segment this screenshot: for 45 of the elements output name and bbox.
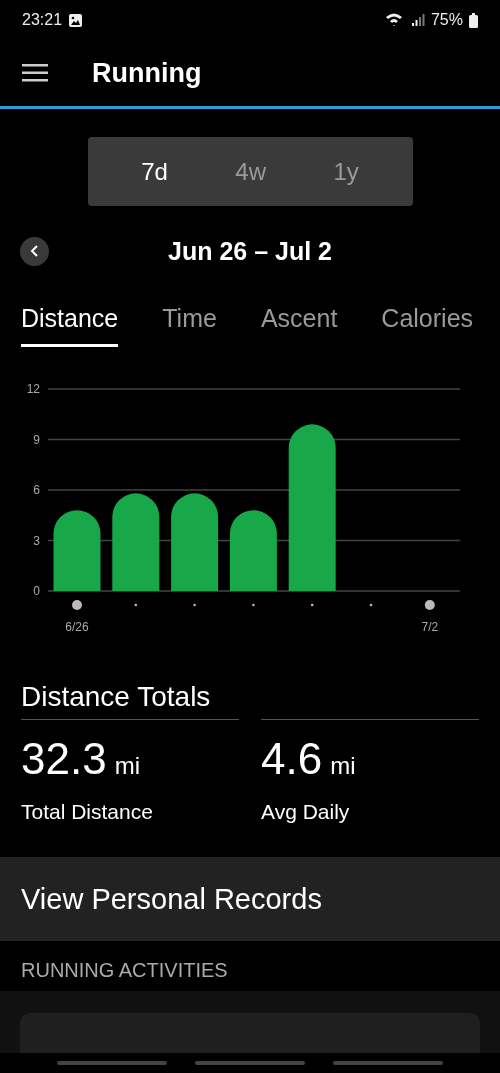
- axis-label: 3: [33, 533, 40, 548]
- range-option[interactable]: 7d: [131, 151, 178, 192]
- tick-dot: [193, 603, 196, 607]
- tick-dot: [72, 600, 82, 610]
- metric-tab[interactable]: Distance: [21, 303, 119, 347]
- date-range: Jun 26 – Jul 2: [167, 236, 333, 266]
- tick-dot: [310, 603, 314, 607]
- axis-label: 9: [33, 432, 40, 447]
- menu-icon[interactable]: [22, 64, 48, 82]
- page-title: Running: [92, 57, 202, 89]
- clock: 23:21: [22, 11, 63, 29]
- tick-dot: [252, 603, 255, 607]
- section-header: RUNNING ACTIVITIES: [20, 957, 229, 983]
- tick-dot: [134, 603, 138, 607]
- battery-percent: 75%: [430, 11, 463, 29]
- range-option[interactable]: 4w: [225, 151, 276, 192]
- wifi-icon: [384, 12, 405, 28]
- image-icon: [68, 12, 84, 28]
- axis-label: 6/26: [65, 620, 89, 634]
- metric-tab[interactable]: Time: [162, 303, 217, 347]
- metric-tab[interactable]: Calories: [381, 303, 474, 347]
- personal-records-button[interactable]: View Personal Records: [0, 857, 500, 941]
- metric-tab[interactable]: Ascent: [260, 303, 338, 347]
- stat-label: Avg Daily: [261, 800, 351, 824]
- stat-unit: mi: [330, 752, 356, 780]
- nav-bar-handle[interactable]: [195, 1061, 305, 1065]
- axis-label: 12: [26, 382, 40, 396]
- range-option[interactable]: 1y: [323, 151, 369, 192]
- stat-unit: mi: [114, 752, 140, 780]
- activity-card[interactable]: [20, 1013, 480, 1053]
- axis-label: 0: [33, 584, 40, 598]
- tick-dot: [369, 603, 373, 607]
- stat-value: 4.6: [261, 734, 323, 784]
- nav-bar-handle[interactable]: [57, 1061, 167, 1065]
- chevron-left-icon: [29, 245, 40, 257]
- axis-label: 7/2: [421, 620, 439, 634]
- tick-dot: [424, 600, 435, 610]
- stat-value: 32.3: [21, 734, 107, 784]
- axis-label: 6: [33, 483, 40, 497]
- signal-icon: [410, 13, 425, 27]
- battery-icon: [469, 12, 478, 28]
- nav-bar-handle[interactable]: [333, 1061, 443, 1065]
- section-title: Distance Totals: [20, 680, 212, 714]
- stat-label: Total Distance: [21, 800, 154, 824]
- previous-button[interactable]: [20, 236, 49, 266]
